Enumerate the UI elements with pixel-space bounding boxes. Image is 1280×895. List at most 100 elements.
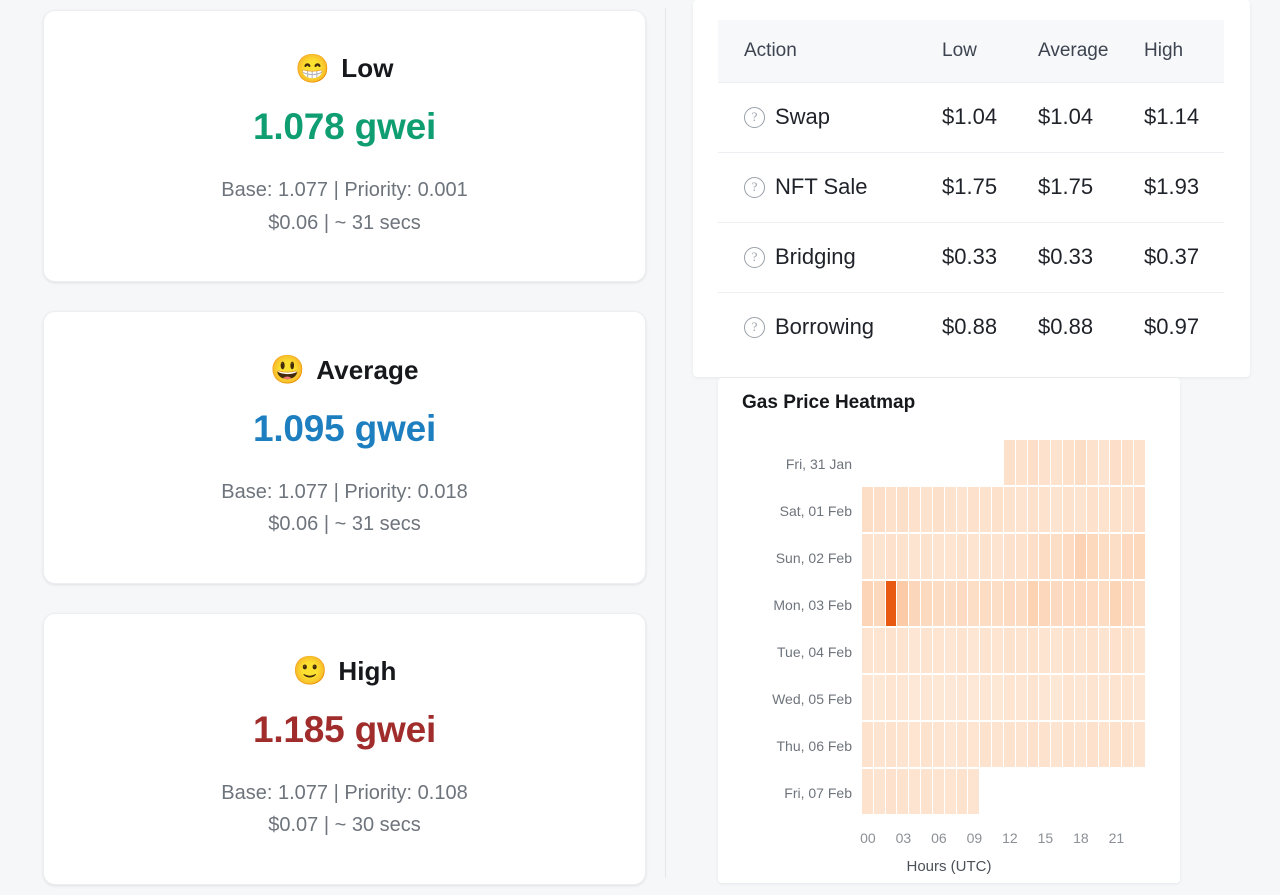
heatmap-cell[interactable] <box>1051 675 1063 720</box>
heatmap-cell[interactable] <box>956 581 968 626</box>
heatmap-cell[interactable] <box>932 769 944 814</box>
heatmap-cell[interactable] <box>1110 487 1122 532</box>
heatmap-cell[interactable] <box>1086 675 1098 720</box>
heatmap-cell[interactable] <box>1134 581 1145 626</box>
heatmap-cell[interactable] <box>1074 675 1086 720</box>
heatmap-cell[interactable] <box>1027 534 1039 579</box>
table-row[interactable]: ? Swap $1.04 $1.04 $1.14 <box>718 81 1224 152</box>
heatmap-cell[interactable] <box>1134 722 1145 767</box>
heatmap-cell[interactable] <box>862 487 873 532</box>
heatmap-cell[interactable] <box>897 722 909 767</box>
gas-tier-card-high[interactable]: 🙂 High 1.185 gwei Base: 1.077 | Priority: 0… <box>43 612 646 885</box>
heatmap-cell[interactable] <box>1039 722 1051 767</box>
heatmap-cell[interactable] <box>1039 628 1051 673</box>
heatmap-cell[interactable] <box>1015 487 1027 532</box>
heatmap-cell[interactable] <box>932 722 944 767</box>
heatmap-cell[interactable] <box>1003 487 1015 532</box>
heatmap-cell[interactable] <box>1098 487 1110 532</box>
heatmap-cell[interactable] <box>1063 440 1074 485</box>
heatmap-cell[interactable] <box>1122 487 1134 532</box>
heatmap-cell[interactable] <box>1027 487 1039 532</box>
heatmap-cell[interactable] <box>1027 581 1039 626</box>
heatmap-cell[interactable] <box>956 675 968 720</box>
question-mark-circle-icon[interactable]: ? <box>744 176 765 198</box>
heatmap-cell[interactable] <box>873 675 885 720</box>
heatmap-cell[interactable] <box>885 769 897 814</box>
heatmap-cell[interactable] <box>1110 675 1122 720</box>
heatmap-cell[interactable] <box>897 581 909 626</box>
heatmap-cell[interactable] <box>968 487 980 532</box>
heatmap-cell[interactable] <box>1063 581 1074 626</box>
heatmap-cell[interactable] <box>980 534 992 579</box>
heatmap-cell[interactable] <box>862 722 873 767</box>
heatmap-cell[interactable] <box>1098 440 1110 485</box>
heatmap-cell[interactable] <box>1110 628 1122 673</box>
heatmap-cell[interactable] <box>1134 440 1145 485</box>
heatmap-cell[interactable] <box>992 581 1003 626</box>
heatmap-cell[interactable] <box>1063 722 1074 767</box>
heatmap-cell[interactable] <box>992 487 1003 532</box>
heatmap-cell[interactable] <box>885 628 897 673</box>
heatmap-cell[interactable] <box>873 769 885 814</box>
heatmap-cell[interactable] <box>1122 581 1134 626</box>
table-row[interactable]: ? Bridging $0.33 $0.33 $0.37 <box>718 221 1224 292</box>
heatmap-cell[interactable] <box>873 487 885 532</box>
heatmap-cell[interactable] <box>1003 534 1015 579</box>
heatmap-cell[interactable] <box>1122 675 1134 720</box>
heatmap-cell[interactable] <box>1027 440 1039 485</box>
heatmap-cell[interactable] <box>1039 675 1051 720</box>
heatmap-cell[interactable] <box>1015 440 1027 485</box>
heatmap-cell[interactable] <box>1110 722 1122 767</box>
heatmap-cell[interactable] <box>921 769 932 814</box>
heatmap-cell[interactable] <box>873 581 885 626</box>
heatmap-cell[interactable] <box>1086 581 1098 626</box>
heatmap-cell[interactable] <box>1063 628 1074 673</box>
column-header-average[interactable]: Average <box>1038 20 1144 82</box>
heatmap-cell[interactable] <box>909 675 921 720</box>
question-mark-circle-icon[interactable]: ? <box>744 316 765 338</box>
heatmap-cell[interactable] <box>873 534 885 579</box>
heatmap-cell[interactable] <box>1015 675 1027 720</box>
heatmap-cell[interactable] <box>968 581 980 626</box>
heatmap-cell[interactable] <box>956 628 968 673</box>
heatmap-cell[interactable] <box>1063 487 1074 532</box>
heatmap-cell[interactable] <box>932 675 944 720</box>
heatmap-cell[interactable] <box>944 675 956 720</box>
column-header-low[interactable]: Low <box>942 20 1038 82</box>
heatmap-cell[interactable] <box>1051 487 1063 532</box>
heatmap-cell[interactable] <box>1098 581 1110 626</box>
heatmap-cell[interactable] <box>1015 581 1027 626</box>
heatmap-cell[interactable] <box>1134 534 1145 579</box>
heatmap-cell[interactable] <box>932 534 944 579</box>
heatmap-cell[interactable] <box>1074 628 1086 673</box>
heatmap-cell[interactable] <box>1003 722 1015 767</box>
heatmap-cell[interactable] <box>1051 581 1063 626</box>
heatmap-cell[interactable] <box>980 675 992 720</box>
heatmap-cell[interactable] <box>921 581 932 626</box>
heatmap-cell[interactable] <box>1027 675 1039 720</box>
heatmap-cell[interactable] <box>897 487 909 532</box>
heatmap-cell[interactable] <box>932 487 944 532</box>
heatmap-cell[interactable] <box>1086 628 1098 673</box>
heatmap-cell[interactable] <box>1027 722 1039 767</box>
heatmap-cell[interactable] <box>1074 440 1086 485</box>
heatmap-cell[interactable] <box>1051 534 1063 579</box>
heatmap-cell[interactable] <box>944 769 956 814</box>
heatmap-cell[interactable] <box>956 722 968 767</box>
heatmap-cell[interactable] <box>862 628 873 673</box>
heatmap-cell[interactable] <box>1122 628 1134 673</box>
heatmap-cell[interactable] <box>1086 440 1098 485</box>
heatmap-cell[interactable] <box>944 722 956 767</box>
heatmap-cell[interactable] <box>921 675 932 720</box>
heatmap-cell[interactable] <box>980 581 992 626</box>
column-header-action[interactable]: Action <box>718 20 942 82</box>
heatmap-cell[interactable] <box>909 487 921 532</box>
heatmap-cell[interactable] <box>1074 722 1086 767</box>
heatmap-cell[interactable] <box>873 628 885 673</box>
heatmap-cell[interactable] <box>909 628 921 673</box>
heatmap-cell[interactable] <box>885 675 897 720</box>
heatmap-cell[interactable] <box>1074 487 1086 532</box>
heatmap-cell[interactable] <box>1122 722 1134 767</box>
gas-tier-card-average[interactable]: 😃 Average 1.095 gwei Base: 1.077 | Priority… <box>43 311 646 584</box>
heatmap-cell[interactable] <box>885 722 897 767</box>
